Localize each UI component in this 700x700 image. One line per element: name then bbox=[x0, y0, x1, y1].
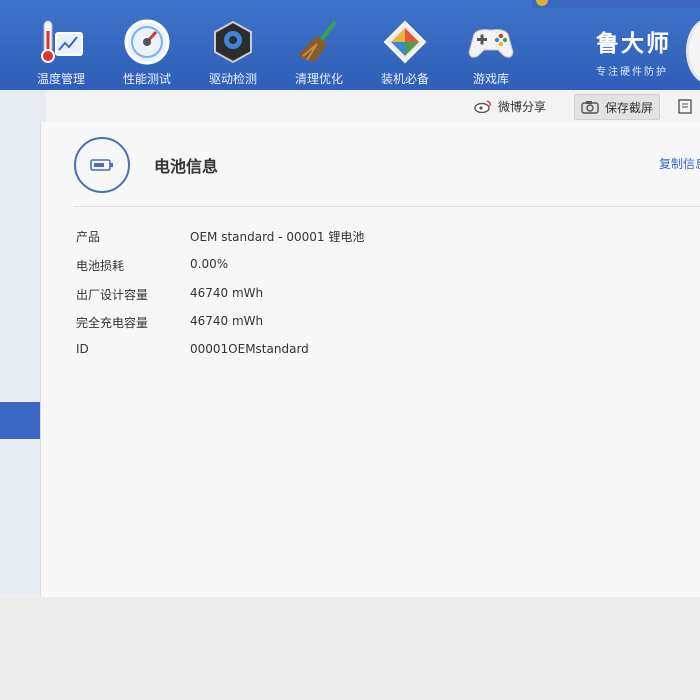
section-title: 电池信息 bbox=[154, 157, 219, 176]
nav-driver[interactable]: 驱动检测 bbox=[190, 0, 276, 90]
copy-info-link[interactable]: 复制信息 bbox=[659, 155, 700, 172]
share-label: 微博分享 bbox=[498, 99, 547, 114]
nav-temperature[interactable]: 温度管理 bbox=[18, 0, 104, 90]
divider bbox=[74, 206, 700, 207]
gamepad-icon bbox=[466, 17, 516, 67]
bottom-area bbox=[0, 597, 700, 700]
nav-essentials[interactable]: 装机必备 bbox=[362, 0, 448, 90]
nav-label: 驱动检测 bbox=[208, 72, 257, 86]
nav-performance[interactable]: 性能测试 bbox=[104, 0, 190, 90]
thermometer-icon bbox=[36, 17, 86, 67]
info-value: OEM standard - 00001 锂电池 bbox=[190, 230, 365, 244]
toolbar: 微博分享 保存截屏 bbox=[46, 90, 700, 123]
avatar[interactable] bbox=[686, 18, 700, 84]
speedometer-icon bbox=[122, 17, 172, 67]
info-key: 出厂设计容量 bbox=[76, 288, 149, 302]
nav-cleanup[interactable]: 清理优化 bbox=[276, 0, 362, 90]
battery-info-panel: 电池信息 复制信息 产品 OEM standard - 00001 锂电池 电池… bbox=[40, 122, 700, 597]
info-value: 0.00% bbox=[190, 257, 229, 271]
broom-icon bbox=[294, 17, 344, 67]
nav-label: 清理优化 bbox=[294, 72, 343, 86]
brand: 鲁大师 专注硬件防护 bbox=[596, 24, 671, 78]
save-screenshot-button[interactable]: 保存截屏 bbox=[574, 94, 661, 120]
nav-label: 游戏库 bbox=[472, 72, 509, 86]
info-key: 完全充电容量 bbox=[76, 316, 149, 330]
top-status-strip bbox=[532, 0, 700, 8]
gear-chip-icon bbox=[208, 17, 258, 67]
info-value: 00001OEMstandard bbox=[190, 342, 309, 356]
nav-games[interactable]: 游戏库 bbox=[448, 0, 534, 90]
weibo-share-button[interactable]: 微博分享 bbox=[474, 94, 546, 118]
battery-icon bbox=[74, 137, 130, 193]
weibo-icon bbox=[474, 99, 492, 114]
save-label: 保存截屏 bbox=[605, 100, 654, 115]
info-key: 电池损耗 bbox=[76, 259, 125, 273]
sidebar-item-active[interactable] bbox=[0, 402, 44, 439]
info-value: 46740 mWh bbox=[190, 314, 264, 328]
info-key: ID bbox=[76, 342, 89, 356]
nav-label: 温度管理 bbox=[36, 72, 85, 86]
info-value: 46740 mWh bbox=[190, 286, 264, 300]
coin-icon bbox=[536, 0, 548, 6]
box-icon bbox=[380, 17, 430, 67]
top-header: 温度管理 性能测试 驱动检测 清理优化 装机必备 游戏库 鲁大师 专注硬件防护 bbox=[0, 0, 700, 90]
brand-slogan: 专注硬件防护 bbox=[596, 67, 668, 78]
brand-name: 鲁大师 bbox=[596, 31, 671, 57]
nav-label: 性能测试 bbox=[122, 72, 171, 86]
camera-icon bbox=[581, 100, 599, 114]
nav-label: 装机必备 bbox=[380, 72, 429, 86]
info-key: 产品 bbox=[76, 230, 101, 244]
clipboard-icon[interactable] bbox=[678, 94, 692, 118]
